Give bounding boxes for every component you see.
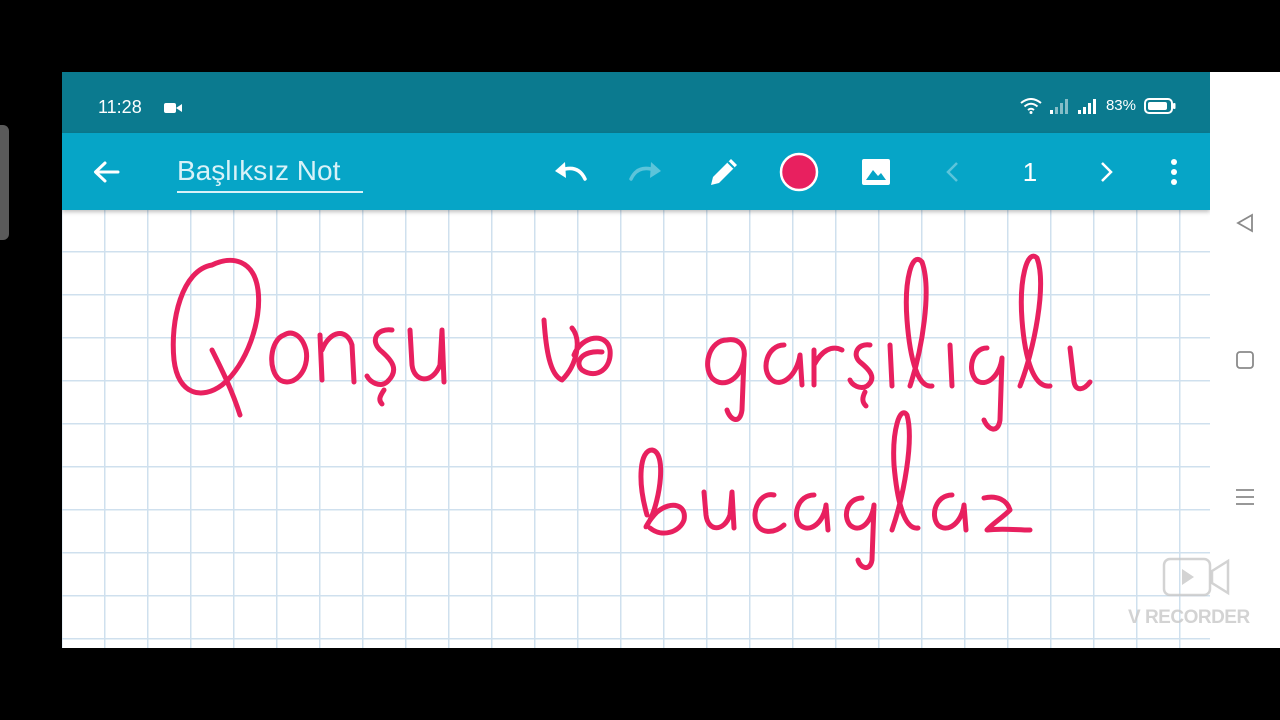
side-edge-handle	[0, 125, 9, 240]
app-screen: 11:28 83% Başlıksız Not 1	[62, 72, 1210, 648]
page-number: 1	[1022, 157, 1038, 187]
nav-home-button[interactable]	[1232, 347, 1258, 373]
video-recorder-icon	[1162, 557, 1230, 597]
status-time: 11:28	[98, 97, 142, 117]
previous-page-button[interactable]	[940, 133, 964, 210]
image-icon	[862, 158, 890, 185]
pencil-icon	[711, 158, 737, 185]
more-options-button[interactable]	[1162, 133, 1186, 210]
back-arrow-icon	[94, 161, 120, 182]
redo-icon	[629, 161, 661, 181]
next-page-button[interactable]	[1095, 133, 1119, 210]
nav-back-button[interactable]	[1232, 210, 1258, 236]
watermark-text: V RECORDER	[1128, 607, 1250, 628]
wifi-icon	[1020, 97, 1042, 114]
video-camera-icon	[164, 103, 182, 113]
status-bar: 11:28 83%	[62, 72, 1210, 133]
handwriting-ink	[170, 253, 1093, 570]
chevron-right-icon	[1101, 161, 1113, 182]
back-triangle-icon	[1236, 213, 1253, 233]
color-swatch	[779, 152, 819, 191]
signal-icon	[1077, 98, 1096, 114]
signal-icon	[1049, 98, 1068, 114]
home-square-icon	[1236, 351, 1254, 369]
recents-menu-icon	[1236, 489, 1254, 505]
redo-button[interactable]	[626, 133, 666, 210]
chevron-left-icon	[946, 161, 958, 182]
undo-button[interactable]	[550, 133, 590, 210]
back-button[interactable]	[88, 133, 124, 210]
status-icons: 83%	[1020, 97, 1176, 114]
more-vert-icon	[1171, 158, 1177, 185]
pen-tool-button[interactable]	[704, 133, 744, 210]
battery-icon	[1144, 97, 1176, 114]
battery-percent: 83%	[1105, 97, 1136, 114]
undo-icon	[555, 161, 587, 181]
color-picker-button[interactable]	[778, 133, 820, 210]
app-toolbar: Başlıksız Not 1	[62, 133, 1210, 210]
nav-recents-button[interactable]	[1232, 484, 1258, 510]
drawing-canvas[interactable]	[62, 210, 1210, 648]
note-title-field[interactable]: Başlıksız Not	[177, 155, 363, 193]
insert-image-button[interactable]	[859, 133, 893, 210]
